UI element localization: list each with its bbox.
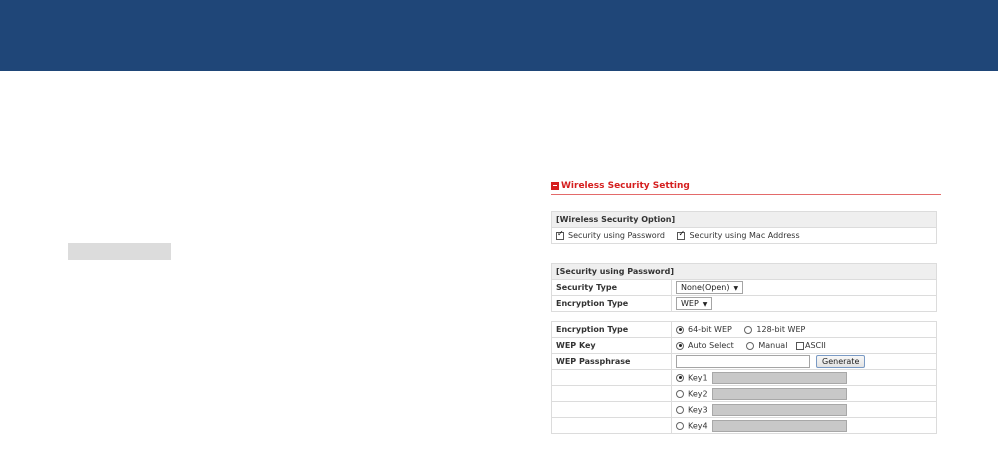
label-key1: Key1 [688, 373, 708, 382]
wep-passphrase-label: WEP Passphrase [551, 353, 672, 370]
key-row-spacer [551, 401, 672, 418]
mac-security-checkbox[interactable] [677, 229, 686, 240]
radio-key2[interactable] [676, 389, 684, 398]
security-type-value: None(Open) [681, 283, 730, 292]
top-header-bar [0, 0, 998, 71]
label-key4: Key4 [688, 421, 708, 430]
security-option-row: Security using Password Security using M… [551, 227, 937, 244]
key-row-spacer [551, 369, 672, 386]
encryption-type-label: Encryption Type [551, 295, 672, 312]
key2-input[interactable] [711, 387, 847, 400]
encryption-type-select[interactable]: WEP ▼ [676, 297, 713, 310]
wireless-security-panel: Wireless Security Setting [Wireless Secu… [551, 181, 941, 434]
key3-input[interactable] [711, 403, 847, 416]
chevron-down-icon: ▼ [733, 285, 739, 292]
wep-encryption-label: Encryption Type [551, 321, 672, 338]
radio-64-bit[interactable] [676, 325, 684, 334]
label-ascii: ASCII [804, 341, 826, 350]
password-section-header: [Security using Password] [551, 263, 937, 280]
left-placeholder-box [68, 243, 171, 260]
radio-auto-select[interactable] [676, 341, 684, 350]
mac-security-label: Security using Mac Address [689, 231, 800, 240]
password-security-table: [Security using Password] Security Type … [551, 263, 937, 312]
label-key3: Key3 [688, 405, 708, 414]
security-option-header: [Wireless Security Option] [551, 211, 937, 228]
key-row-spacer [551, 417, 672, 434]
key4-input[interactable] [711, 419, 847, 432]
password-security-label: Security using Password [568, 231, 665, 240]
security-type-select[interactable]: None(Open) ▼ [676, 281, 744, 294]
label-64-bit: 64-bit WEP [688, 325, 732, 334]
chevron-down-icon: ▼ [702, 301, 708, 308]
label-manual: Manual [758, 341, 788, 350]
label-128-bit: 128-bit WEP [756, 325, 806, 334]
key1-input[interactable] [711, 371, 847, 384]
key-row-spacer [551, 385, 672, 402]
label-auto-select: Auto Select [688, 341, 734, 350]
label-key2: Key2 [688, 389, 708, 398]
encryption-type-value: WEP [681, 299, 699, 308]
generate-button[interactable]: Generate [816, 355, 866, 368]
section-bullet-icon [551, 182, 559, 190]
security-type-label: Security Type [551, 279, 672, 296]
radio-key1[interactable] [676, 373, 684, 382]
section-title-row: Wireless Security Setting [551, 181, 941, 195]
ascii-checkbox[interactable] [795, 341, 804, 350]
radio-128-bit[interactable] [744, 325, 753, 334]
wep-passphrase-input[interactable] [676, 355, 810, 368]
security-option-table: [Wireless Security Option] Security usin… [551, 211, 937, 244]
wep-key-label: WEP Key [551, 337, 672, 354]
password-security-checkbox[interactable] [556, 229, 564, 240]
radio-key4[interactable] [676, 421, 684, 430]
section-title: Wireless Security Setting [561, 181, 690, 191]
wep-settings-table: Encryption Type 64-bit WEP 128-bit WEP W… [551, 321, 937, 434]
radio-manual[interactable] [746, 341, 755, 350]
radio-key3[interactable] [676, 405, 684, 414]
